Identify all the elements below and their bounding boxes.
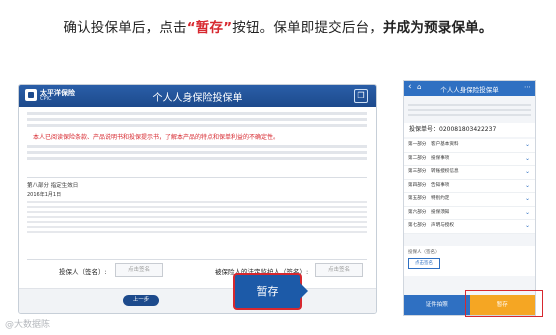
headline-part1: 确认投保单后，点击 <box>63 20 187 36</box>
text-line <box>27 226 367 228</box>
tablet-screenshot: 太平洋保险 CPIC 个人人身保险投保单 ❐ 本人已阅读保险条款、产品说明书和投… <box>18 84 377 314</box>
more-icon[interactable]: ⋯ <box>524 83 531 91</box>
phone-header: ‹ ⌂ 个人人身保险投保单 ⋯ <box>404 81 535 96</box>
item-part: 第一部分 <box>408 142 427 147</box>
item-name: 客户基本资料 <box>431 142 459 147</box>
text-line <box>27 211 367 213</box>
previous-step-button[interactable]: 上一步 <box>123 295 159 306</box>
chevron-down-icon: ⌄ <box>524 222 530 229</box>
item-part: 第三部分 <box>408 169 427 174</box>
chevron-down-icon: ⌄ <box>524 141 530 148</box>
part8-title: 第八部分 指定生效日 <box>27 183 79 189</box>
item-name: 投保须知 <box>431 209 450 215</box>
part8-section: 第八部分 指定生效日 2016年1月1日 <box>27 177 367 258</box>
headline: 确认投保单后，点击“暂存”按钮。保单即提交后台，并成为预录保单。 <box>0 16 556 36</box>
window-icon[interactable]: ❐ <box>354 89 368 103</box>
guardian-sign-box[interactable]: 点击签名 <box>315 263 363 277</box>
item-name: 特别约定 <box>431 196 450 201</box>
signature-row: 投保人（签名）: 点击签名 被保险人的法定监护人（签名）: 点击签名 <box>27 259 367 281</box>
save-button[interactable]: 暂存 <box>235 275 308 308</box>
item-name: 告知事项 <box>431 182 450 188</box>
text-line <box>408 114 531 116</box>
item-part: 第六部分 <box>408 209 427 215</box>
phone-title: 个人人身保险投保单 <box>440 86 499 94</box>
text-line <box>27 151 367 154</box>
phone-sign-area: 投保人（签名） 点击签名 <box>404 246 535 276</box>
list-item[interactable]: 第六部分 投保须知 ⌄ <box>404 206 535 220</box>
headline-bold: 并成为预录保单。 <box>382 20 493 36</box>
chevron-down-icon: ⌄ <box>524 195 530 202</box>
text-line <box>408 104 531 106</box>
policy-number: 投保单号：020081803422237 <box>404 123 535 137</box>
tablet-header: 太平洋保险 CPIC 个人人身保险投保单 ❐ <box>19 85 376 107</box>
chevron-down-icon: ⌄ <box>524 208 530 216</box>
tablet-footer: 上一步 <box>19 288 376 313</box>
text-line <box>27 206 367 208</box>
list-item[interactable]: 第二部分 投保事项 ⌄ <box>404 152 535 166</box>
item-name: 转账授权信息 <box>431 169 459 174</box>
headline-highlight: “暂存” <box>186 20 233 36</box>
section-list: 第一部分 客户基本资料 ⌄ 第二部分 投保事项 ⌄ 第三部分 转账授权信息 ⌄ 第四部分 告知… <box>404 139 535 234</box>
list-item[interactable]: 第一部分 客户基本资料 ⌄ <box>404 139 535 153</box>
phone-screenshot: ‹ ⌂ 个人人身保险投保单 ⋯ 投保单号：020081803422237 第一部… <box>403 80 536 316</box>
list-item[interactable]: 第四部分 告知事项 ⌄ <box>404 179 535 193</box>
phone-note <box>408 101 531 119</box>
text-line <box>27 124 367 127</box>
chevron-down-icon: ⌄ <box>524 168 530 175</box>
chevron-down-icon: ⌄ <box>524 181 530 189</box>
text-line <box>27 112 367 115</box>
text-line <box>27 118 367 121</box>
text-line <box>27 231 367 233</box>
clause-text: 本人已阅读保险条款、产品说明书和投保提示书，了解本产品的特点和保单利益的不确定性… <box>27 109 367 173</box>
text-line <box>27 216 367 218</box>
item-part: 第二部分 <box>408 155 427 161</box>
watermark: @大数据陈 <box>5 320 51 330</box>
id-photo-button[interactable]: 证件拍照 <box>404 295 470 315</box>
list-item[interactable]: 第五部分 特别约定 ⌄ <box>404 193 535 207</box>
part8-date[interactable]: 2016年1月1日 <box>27 191 367 198</box>
phone-sign-label: 投保人（签名） <box>408 250 440 255</box>
applicant-sign-box[interactable]: 点击签名 <box>115 263 163 277</box>
text-line <box>27 221 367 223</box>
item-name: 投保事项 <box>431 155 450 161</box>
phone-sign-button[interactable]: 点击签名 <box>408 258 440 269</box>
headline-part2: 按钮。保单即提交后台， <box>232 20 383 36</box>
text-line <box>27 201 367 203</box>
text-line <box>27 145 367 148</box>
save-highlight-box <box>465 290 543 317</box>
list-item[interactable]: 第七部分 声明与授权 ⌄ <box>404 220 535 234</box>
item-part: 第四部分 <box>408 182 427 188</box>
text-line <box>27 157 367 160</box>
tablet-title: 个人人身保险投保单 <box>152 93 243 104</box>
applicant-sign-label: 投保人（签名）: <box>59 268 107 276</box>
text-line <box>408 109 531 111</box>
item-part: 第五部分 <box>408 196 427 201</box>
list-item[interactable]: 第三部分 转账授权信息 ⌄ <box>404 166 535 180</box>
item-name: 声明与授权 <box>431 223 454 228</box>
chevron-down-icon: ⌄ <box>524 154 530 162</box>
item-part: 第七部分 <box>408 223 427 228</box>
warning-text: 本人已阅读保险条款、产品说明书和投保提示书，了解本产品的特点和保单利益的不确定性… <box>33 134 280 141</box>
